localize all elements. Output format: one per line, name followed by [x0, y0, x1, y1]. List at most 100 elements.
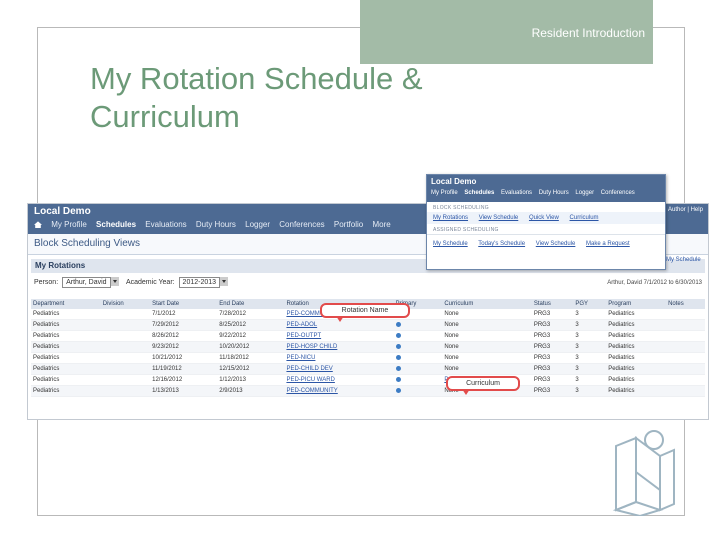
- status-value: PRG3: [533, 311, 551, 317]
- inset-nav-duty-hours[interactable]: Duty Hours: [539, 190, 569, 196]
- end-cell: 11/18/2012: [217, 352, 285, 364]
- nav-portfolio[interactable]: Portfolio: [334, 220, 363, 229]
- rotation-value[interactable]: PED-PICU WARD: [286, 377, 334, 383]
- primary-cell: [393, 363, 443, 375]
- dept-value: Pediatrics: [33, 311, 60, 317]
- program-value: Pediatrics: [608, 377, 635, 383]
- chevron-down-icon[interactable]: [110, 277, 119, 286]
- end-cell: 10/20/2012: [217, 341, 285, 353]
- side-my-schedule-link[interactable]: My Schedule: [666, 257, 701, 263]
- rotation-cell: PED-COMMUNITY: [284, 385, 394, 397]
- inset-nav-logger[interactable]: Logger: [575, 190, 594, 196]
- program-value: Pediatrics: [608, 344, 635, 350]
- pgy-cell: 3: [573, 363, 607, 375]
- inset-nav: My Profile Schedules Evaluations Duty Ho…: [431, 190, 640, 196]
- pgy-cell: 3: [573, 352, 607, 364]
- pgy-value: 3: [575, 366, 579, 372]
- dept-value: Pediatrics: [33, 355, 60, 361]
- notes-cell: [666, 309, 705, 320]
- end-value: 8/25/2012: [219, 322, 246, 328]
- start-value: 11/19/2012: [152, 366, 182, 372]
- slide-header-tab: Resident Introduction: [360, 0, 653, 64]
- pgy-cell: 3: [573, 319, 607, 331]
- div-cell: [100, 363, 151, 375]
- inset-nav-conferences[interactable]: Conferences: [601, 190, 635, 196]
- inset-nav-my-profile[interactable]: My Profile: [431, 190, 458, 196]
- inset-title: Local Demo: [431, 177, 477, 186]
- start-value: 7/29/2012: [152, 322, 179, 328]
- start-value: 8/26/2012: [152, 333, 179, 339]
- rotation-value[interactable]: PED-ADOL: [286, 322, 317, 328]
- pgy-cell: 3: [573, 341, 607, 353]
- primary-dot-icon: [395, 376, 401, 382]
- start-cell: 11/19/2012: [150, 363, 218, 375]
- nav-conferences[interactable]: Conferences: [279, 220, 324, 229]
- notes-cell: [666, 374, 705, 386]
- rotation-value[interactable]: PED-COMMUNITY: [286, 388, 337, 394]
- menu-curriculum[interactable]: Curriculum: [570, 215, 599, 221]
- inset-assigned-links: My Schedule Today's Schedule View Schedu…: [427, 234, 665, 250]
- curr-value: None: [444, 344, 459, 350]
- start-cell: 7/1/2012: [150, 309, 218, 320]
- end-cell: 8/25/2012: [217, 319, 285, 331]
- nav-schedules[interactable]: Schedules: [96, 220, 136, 229]
- inset-nav-schedules[interactable]: Schedules: [464, 190, 494, 196]
- curr-value: None: [444, 333, 459, 339]
- program-cell: Pediatrics: [606, 309, 667, 320]
- rotation-value[interactable]: PED-HOSP CHILD: [286, 344, 337, 350]
- div-cell: [100, 309, 151, 320]
- table-row: Pediatrics 8/26/2012 9/22/2012 PED-OUTPT Non…: [31, 330, 705, 342]
- table-row: Pediatrics 1/13/2013 2/9/2013 PED-COMMUNITY…: [31, 385, 705, 397]
- status-cell: PRG3: [531, 309, 574, 320]
- year-select[interactable]: 2012-2013: [178, 277, 221, 288]
- curr-cell: None: [442, 319, 532, 331]
- pgy-value: 3: [575, 344, 579, 350]
- program-cell: Pediatrics: [606, 385, 667, 397]
- div-cell: [100, 341, 151, 353]
- menu-make-request[interactable]: Make a Request: [586, 241, 630, 247]
- dept-value: Pediatrics: [33, 366, 60, 372]
- menu-view-schedule[interactable]: View Schedule: [479, 215, 519, 221]
- home-icon[interactable]: [34, 221, 42, 229]
- end-cell: 9/22/2012: [217, 330, 285, 342]
- inset-section-block: BLOCK SCHEDULING: [433, 205, 489, 211]
- nav-my-profile[interactable]: My Profile: [51, 220, 87, 229]
- notes-cell: [666, 319, 705, 331]
- slide-title: My Rotation Schedule & Curriculum: [90, 60, 423, 136]
- column-header: Start Date: [150, 299, 218, 309]
- column-header: Program: [606, 299, 667, 309]
- end-value: 11/18/2012: [219, 355, 249, 361]
- inset-nav-evaluations[interactable]: Evaluations: [501, 190, 532, 196]
- program-cell: Pediatrics: [606, 374, 667, 386]
- dept-cell: Pediatrics: [31, 319, 101, 331]
- nav-duty-hours[interactable]: Duty Hours: [196, 220, 236, 229]
- person-select[interactable]: Arthur, David: [62, 277, 111, 288]
- menu-my-schedule[interactable]: My Schedule: [433, 241, 468, 247]
- menu-todays-schedule[interactable]: Today's Schedule: [478, 241, 525, 247]
- curr-cell: None: [442, 330, 532, 342]
- status-cell: PRG3: [531, 319, 574, 331]
- chevron-down-icon[interactable]: [220, 277, 229, 286]
- start-cell: 7/29/2012: [150, 319, 218, 331]
- top-links[interactable]: Author | Help: [666, 206, 705, 214]
- program-cell: Pediatrics: [606, 330, 667, 342]
- nav-more[interactable]: More: [372, 220, 390, 229]
- nav-logger[interactable]: Logger: [245, 220, 270, 229]
- primary-dot-icon: [395, 343, 401, 349]
- rotation-value[interactable]: PED-NICU: [286, 355, 315, 361]
- program-cell: Pediatrics: [606, 363, 667, 375]
- start-cell: 1/13/2013: [150, 385, 218, 397]
- div-cell: [100, 352, 151, 364]
- menu-view-schedule-2[interactable]: View Schedule: [536, 241, 576, 247]
- rotation-value[interactable]: PED-OUTPT: [286, 333, 321, 339]
- dept-cell: Pediatrics: [31, 330, 101, 342]
- curr-cell: None: [442, 309, 532, 320]
- menu-quick-view[interactable]: Quick View: [529, 215, 559, 221]
- status-cell: PRG3: [531, 352, 574, 364]
- rotation-value[interactable]: PED-CHILD DEV: [286, 366, 332, 372]
- nav-evaluations[interactable]: Evaluations: [145, 220, 186, 229]
- person-label: Person: [34, 279, 57, 286]
- program-cell: Pediatrics: [606, 319, 667, 331]
- start-cell: 8/26/2012: [150, 330, 218, 342]
- menu-my-rotations[interactable]: My Rotations: [433, 215, 468, 221]
